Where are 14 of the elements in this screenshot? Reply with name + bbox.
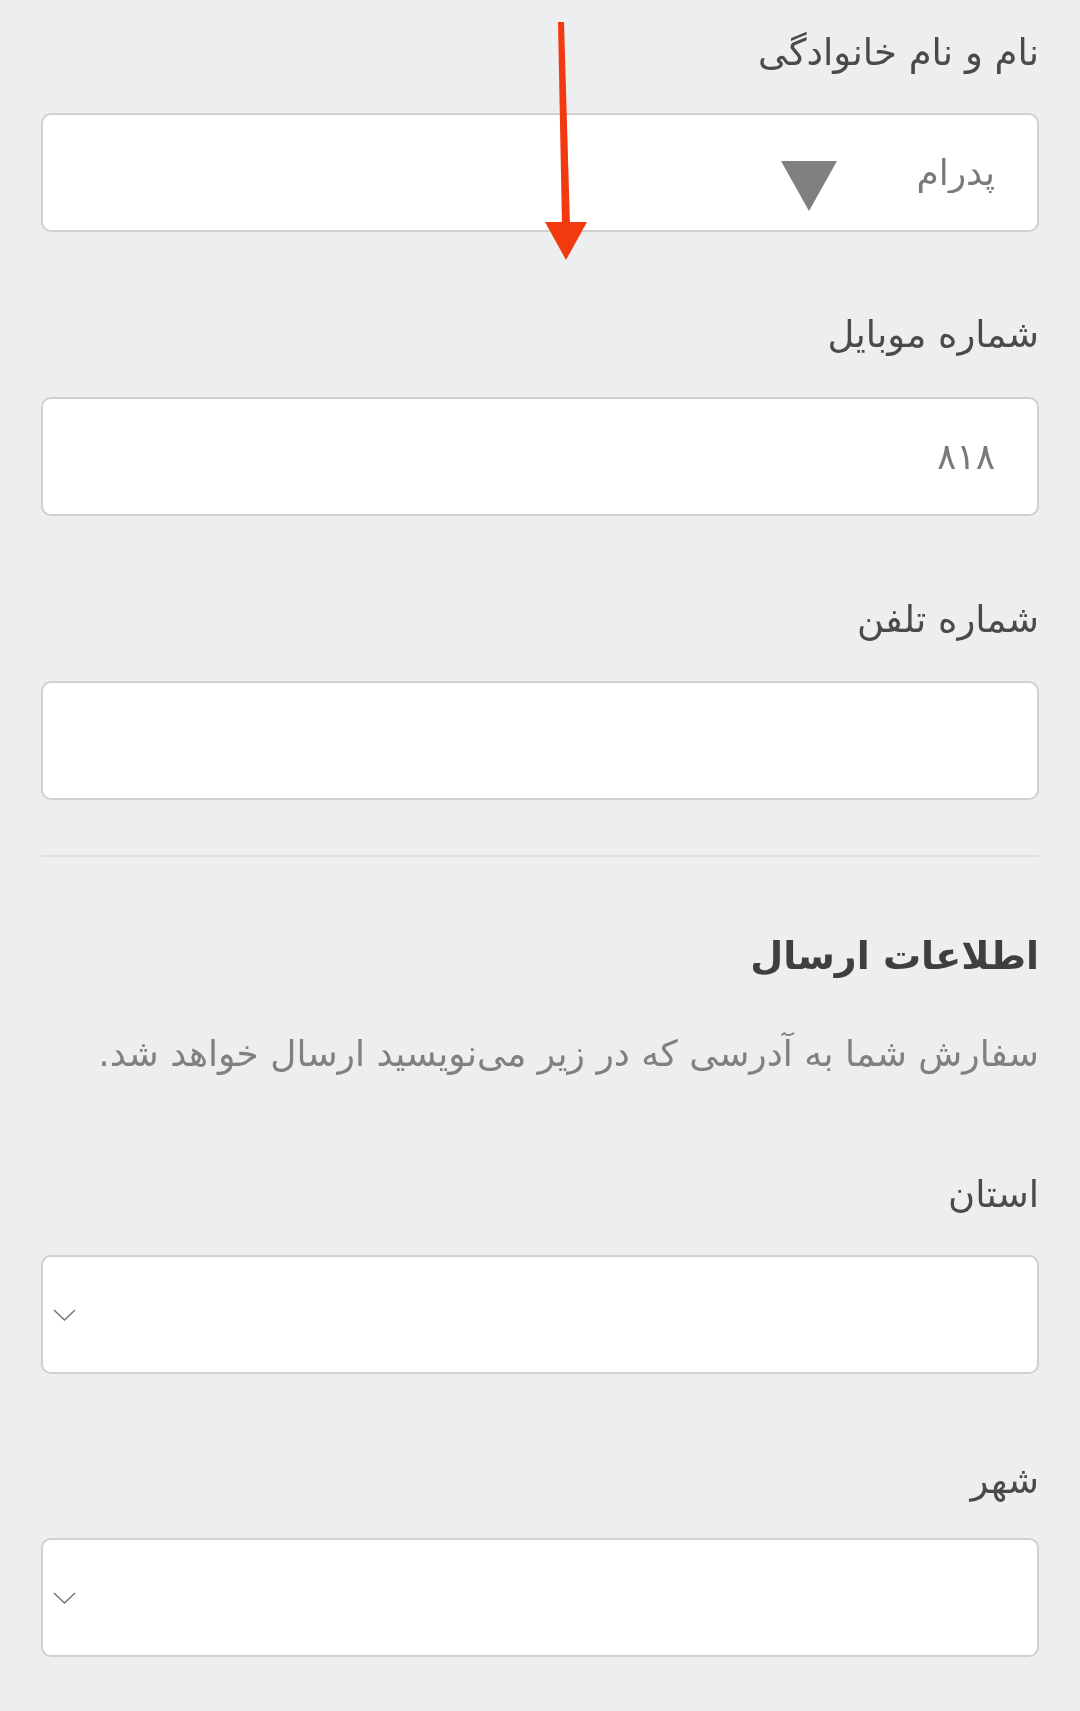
field-label: شماره موبایل: [826, 312, 1039, 358]
select-field[interactable]: [41, 1255, 1039, 1374]
section-description: سفارش شما به آدرسی که در زیر می‌نویسید ارسال خواهد شد.: [97, 1031, 1039, 1077]
down-triangle-icon: [781, 161, 837, 211]
select-field[interactable]: [41, 1538, 1039, 1657]
text-field[interactable]: [41, 681, 1039, 800]
chevron-down-icon: [53, 1591, 76, 1604]
field-label: استان: [947, 1172, 1039, 1218]
section-heading: اطلاعات ارسال: [749, 933, 1039, 980]
text-field[interactable]: ۸۱۸: [41, 397, 1039, 516]
chevron-down-icon: [53, 1308, 76, 1321]
field-label: نام و نام خانوادگی: [757, 30, 1039, 76]
field-label: شماره تلفن: [855, 597, 1039, 643]
field-label: شهر: [968, 1458, 1039, 1504]
